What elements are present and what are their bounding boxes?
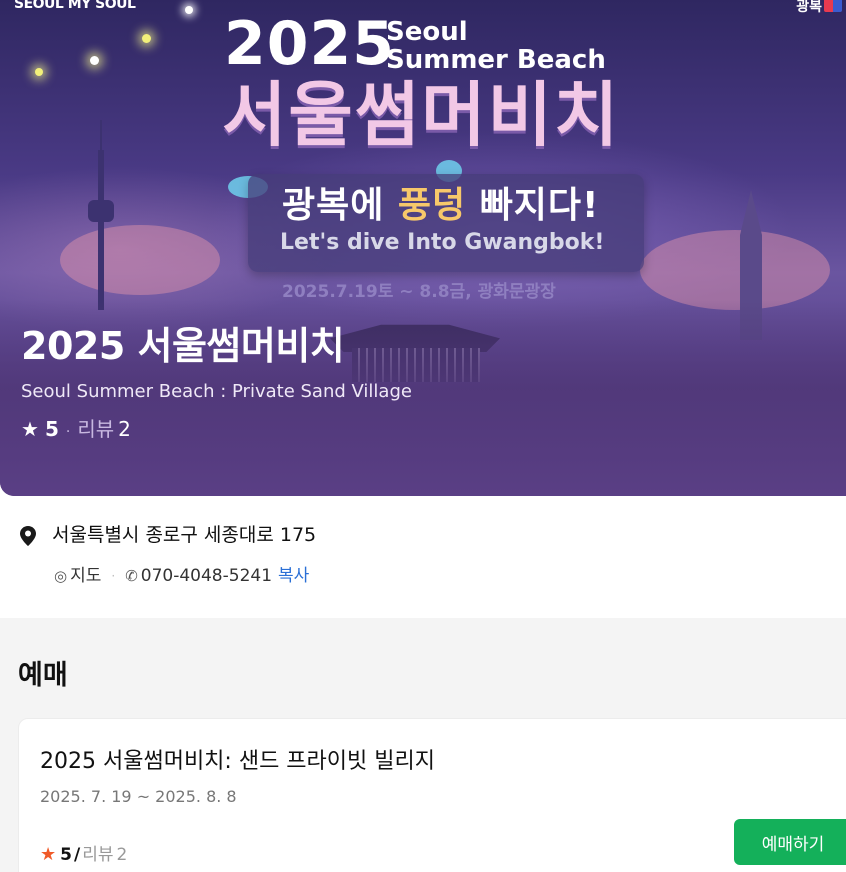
rating-score: 5 bbox=[60, 845, 72, 865]
slogan-part: 빠지다! bbox=[466, 185, 600, 226]
book-now-button[interactable]: 예매하기 bbox=[734, 819, 846, 865]
slogan-part: 광복에 bbox=[282, 185, 398, 226]
poster-slogan-english: Let's dive Into Gwangbok! bbox=[280, 230, 605, 255]
review-label: 리뷰 bbox=[82, 845, 114, 865]
namsan-tower-pod bbox=[88, 200, 114, 222]
address-text: 서울특별시 종로구 세종대로 175 bbox=[52, 524, 317, 546]
slogan-highlight: 풍덩 bbox=[397, 185, 467, 226]
light-bulb bbox=[90, 56, 99, 65]
star-icon: ★ bbox=[40, 844, 57, 865]
poster-english-line2: Summer Beach bbox=[386, 45, 606, 75]
rating-score: 5 bbox=[44, 417, 59, 441]
location-section: 서울특별시 종로구 세종대로 175 ◎ 지도 · ✆ 070-4048-524… bbox=[0, 496, 846, 618]
copy-phone-button[interactable]: 복사 bbox=[278, 566, 309, 586]
location-actions: ◎ 지도 · ✆ 070-4048-5241 복사 bbox=[54, 566, 309, 586]
hero-rating[interactable]: ★ 5 · 리뷰 2 bbox=[21, 417, 131, 441]
map-link[interactable]: 지도 bbox=[70, 566, 101, 586]
phone-number[interactable]: 070-4048-5241 bbox=[141, 566, 272, 586]
review-count: 2 bbox=[116, 845, 128, 865]
cloud-decoration bbox=[60, 225, 220, 295]
light-bulb bbox=[185, 6, 193, 14]
booking-section: 예매 2025 서울썸머비치: 샌드 프라이빗 빌리지 2025. 7. 19 … bbox=[0, 618, 846, 872]
hero-banner: SEOUL MY SOUL 광복 2025 Seoul Summer Beach… bbox=[0, 0, 846, 496]
brand-logo-left: SEOUL MY SOUL bbox=[14, 0, 136, 12]
brand-logo-right: 광복 bbox=[796, 0, 822, 15]
booking-card[interactable]: 2025 서울썸머비치: 샌드 프라이빗 빌리지 2025. 7. 19 ~ 2… bbox=[18, 718, 846, 872]
product-title: 2025 서울썸머비치: 샌드 프라이빗 빌리지 bbox=[40, 749, 435, 774]
review-label: 리뷰 bbox=[77, 417, 115, 441]
page-subtitle: Seoul Summer Beach : Private Sand Villag… bbox=[21, 381, 412, 402]
page-title: 2025 서울썸머비치 bbox=[21, 324, 345, 368]
poster-english-title: Seoul Summer Beach bbox=[386, 18, 606, 74]
light-bulb bbox=[35, 68, 43, 76]
poster-slogan: 광복에 풍덩 빠지다! bbox=[282, 188, 599, 224]
product-dates: 2025. 7. 19 ~ 2025. 8. 8 bbox=[40, 787, 237, 806]
map-icon: ◎ bbox=[54, 567, 68, 586]
separator-dot: · bbox=[111, 569, 116, 583]
flag-icon bbox=[824, 0, 842, 12]
light-bulb bbox=[142, 34, 151, 43]
location-pin-icon bbox=[20, 526, 36, 546]
separator-dot: · bbox=[65, 424, 71, 440]
star-icon: ★ bbox=[21, 417, 39, 441]
phone-icon: ✆ bbox=[125, 567, 138, 586]
review-count: 2 bbox=[118, 417, 131, 441]
product-rating: ★ 5 / 리뷰 2 bbox=[40, 844, 127, 866]
poster-korean-title: 서울썸머비치 bbox=[222, 74, 621, 156]
poster-english-line1: Seoul bbox=[386, 17, 468, 47]
namsan-tower-shaft bbox=[98, 150, 104, 310]
poster-date: 2025.7.19토 ~ 8.8금, 광화문광장 bbox=[282, 282, 556, 302]
poster-year: 2025 bbox=[224, 9, 395, 79]
rating-slash: / bbox=[73, 845, 81, 865]
cloud-decoration bbox=[640, 230, 830, 310]
booking-heading: 예매 bbox=[18, 660, 68, 691]
